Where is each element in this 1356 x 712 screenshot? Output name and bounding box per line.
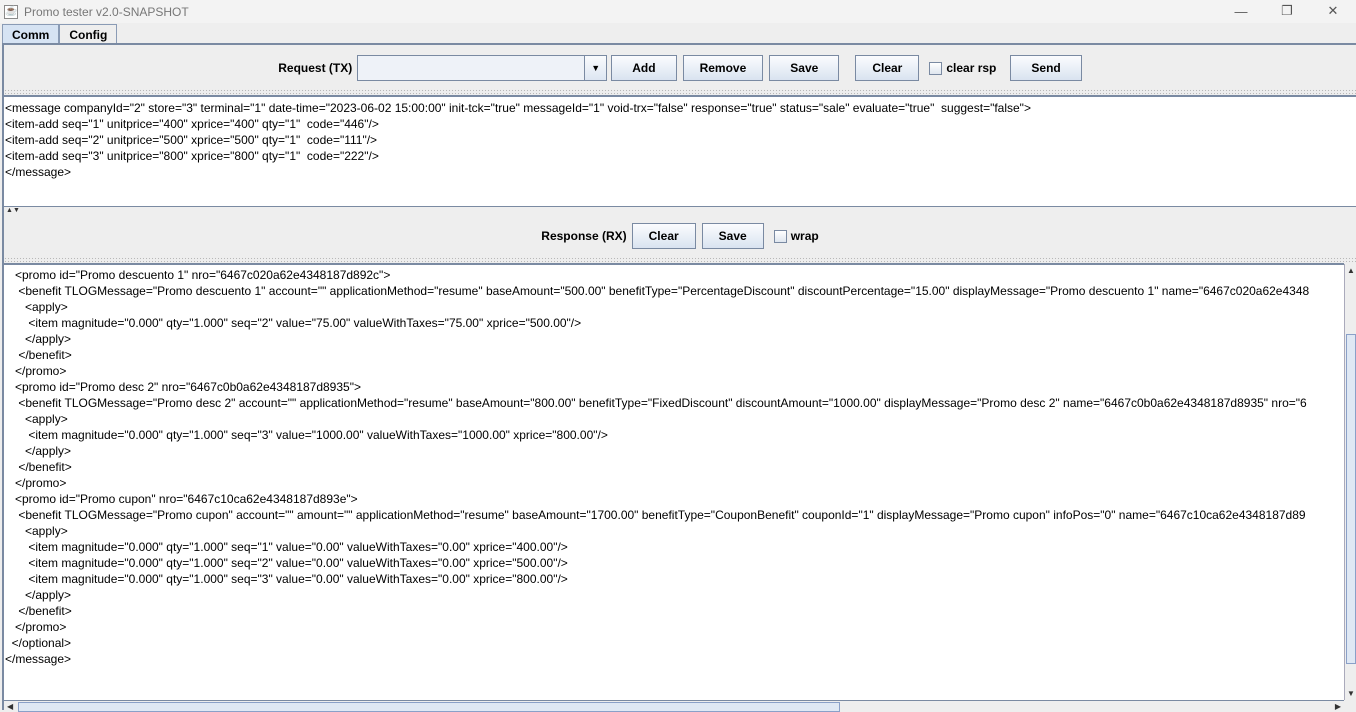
checkbox-box[interactable] [929,61,943,75]
title-bar: ☕ Promo tester v2.0-SNAPSHOT — ❐ ✕ [0,0,1356,23]
request-toolbar: Request (TX) ▼ Add Remove Save Clear cle… [4,55,1356,81]
java-app-icon: ☕ [4,4,18,19]
restore-button[interactable]: ❐ [1264,0,1310,22]
minimize-button[interactable]: — [1218,0,1264,22]
scroll-up-icon[interactable]: ▲ [1347,266,1355,275]
collapse-up-icon[interactable]: ▲ [6,207,13,214]
wrap-checkbox[interactable]: wrap [773,229,819,243]
clear-rsp-label: clear rsp [946,61,997,75]
save-response-button[interactable]: Save [701,223,764,249]
tab-comm[interactable]: Comm [2,24,60,44]
response-textarea[interactable]: <promo id="Promo descuento 1" nro="6467c… [4,263,1344,700]
request-label: Request (TX) [278,61,353,75]
horizontal-scrollbar[interactable]: ◀ ▶ [4,700,1344,712]
clear-response-button[interactable]: Clear [631,223,696,249]
clear-rsp-checkbox[interactable]: clear rsp [929,61,996,75]
tab-config[interactable]: Config [59,24,118,44]
response-label: Response (RX) [541,229,627,243]
response-toolbar: Response (RX) Clear Save wrap [4,223,1356,249]
save-request-button[interactable]: Save [769,55,840,81]
close-button[interactable]: ✕ [1310,0,1356,22]
scroll-thumb[interactable] [1346,334,1356,664]
collapse-down-icon[interactable]: ▼ [13,207,20,214]
scroll-thumb[interactable] [18,702,840,712]
request-textarea[interactable]: <message companyId="2" store="3" termina… [4,95,1356,206]
tab-bar: Comm Config [2,24,118,44]
split-pane-divider[interactable]: ▲▼ [4,206,1356,216]
vertical-scrollbar[interactable]: ▲ ▼ [1344,264,1356,700]
scroll-down-icon[interactable]: ▼ [1347,689,1355,698]
send-button[interactable]: Send [1010,55,1082,81]
remove-button[interactable]: Remove [682,55,764,81]
window-title: Promo tester v2.0-SNAPSHOT [24,4,189,19]
request-combo[interactable]: ▼ [357,55,608,81]
comm-panel: Request (TX) ▼ Add Remove Save Clear cle… [2,43,1356,712]
clear-request-button[interactable]: Clear [855,55,920,81]
checkbox-box[interactable] [773,229,787,243]
chevron-down-icon[interactable]: ▼ [584,56,607,80]
wrap-label: wrap [790,229,819,243]
add-button[interactable]: Add [611,55,677,81]
